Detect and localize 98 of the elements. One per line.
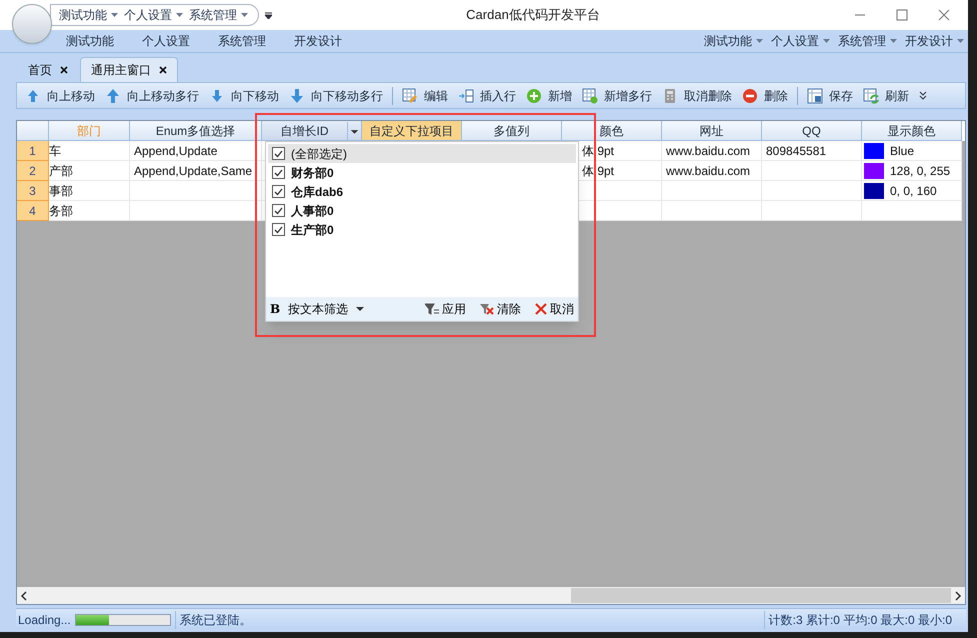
table-cell: Append,Update (130, 141, 262, 161)
toolbar-button[interactable]: 向上移动 (21, 84, 99, 106)
close-icon[interactable] (159, 66, 167, 74)
checkbox[interactable] (272, 223, 285, 236)
toolbar-button[interactable]: 删除 (738, 84, 792, 106)
filter-item[interactable]: 人事部0 (268, 201, 576, 220)
column-header[interactable]: 自定义下拉项目 (362, 121, 462, 141)
table-cell: Append,Update,Same (130, 161, 262, 181)
bold-icon: B (270, 300, 280, 318)
caret-icon (176, 13, 183, 17)
row-header: 2 (17, 161, 49, 181)
table-cell: 产部 (49, 161, 130, 181)
dropdown-caret-icon[interactable] (347, 122, 361, 140)
close-icon[interactable] (60, 66, 68, 74)
clear-filter-icon (480, 303, 494, 315)
ribbon-tab[interactable]: 测试功能 (66, 32, 114, 50)
toolbar-button[interactable]: 向下移动 (205, 84, 283, 106)
summary-text: 计数:3 累计:0 平均:0 最大:0 最小:0 (768, 612, 953, 628)
maximize-icon[interactable] (896, 9, 908, 21)
popup-button[interactable]: 取消 (535, 300, 574, 318)
ribbon-tab[interactable]: 个人设置 (142, 32, 190, 50)
filter-item[interactable]: 生产部0 (268, 220, 576, 239)
ribbon-menu[interactable]: 开发设计 (905, 32, 964, 50)
popup-button[interactable]: 应用 (425, 300, 466, 318)
toolbar-button[interactable]: 编辑 (398, 84, 452, 106)
column-header[interactable]: QQ (762, 121, 862, 141)
row-header: 4 (17, 201, 49, 221)
calculator-icon (662, 88, 678, 104)
ribbon-menu[interactable]: 测试功能 (704, 32, 763, 50)
grid-plus-icon (582, 88, 598, 104)
status-message: 系统已登陆。 (180, 612, 252, 628)
caret-icon (241, 13, 248, 17)
quick-access-menu[interactable]: 系统管理 (189, 6, 248, 24)
minus-circle-icon (742, 88, 758, 104)
toolbar-button[interactable]: 保存 (803, 84, 857, 106)
table-cell: 809845581 (762, 141, 862, 161)
customize-icon[interactable] (265, 12, 272, 18)
column-header[interactable]: 多值列 (462, 121, 562, 141)
table-cell-text: 128, 0, 255 (890, 162, 950, 180)
column-header[interactable]: 颜色 (562, 121, 662, 141)
caret-icon (890, 39, 897, 43)
checkbox[interactable] (272, 147, 285, 160)
insert-row-icon (458, 88, 474, 104)
toolbar-button[interactable]: 新增多行 (578, 84, 656, 106)
toolbar-button[interactable]: 向下移动多行 (285, 84, 387, 106)
document-tab[interactable]: 首页 (18, 57, 78, 82)
table-cell: www.baidu.com (662, 161, 762, 181)
table-cell: 事部 (49, 181, 130, 201)
arrow-down-icon (209, 88, 225, 104)
column-header[interactable]: Enum多值选择 (130, 121, 262, 141)
ribbon-menu[interactable]: 系统管理 (838, 32, 897, 50)
table-cell-text: 0, 0, 160 (890, 182, 937, 200)
popup-button[interactable]: 清除 (480, 300, 521, 318)
arrow-up-icon (25, 88, 41, 104)
toolbar-button[interactable]: 向上移动多行 (101, 84, 203, 106)
caret-icon (356, 307, 364, 311)
ribbon-menu[interactable]: 个人设置 (771, 32, 830, 50)
toolbar-button[interactable]: 刷新 (859, 84, 913, 106)
column-header[interactable]: 显示颜色 (862, 121, 962, 141)
caret-icon (111, 13, 118, 17)
table-cell: 务部 (49, 201, 130, 221)
quick-access-menu[interactable]: 个人设置 (124, 6, 183, 24)
grid-pencil-icon (402, 88, 418, 104)
window-title: Cardan低代码开发平台 (466, 6, 600, 24)
quick-access-menu[interactable]: 测试功能 (59, 6, 118, 24)
toolbar-button[interactable]: 插入行 (454, 84, 520, 106)
arrow-down-icon (289, 88, 305, 104)
filter-mode-dropdown[interactable]: 按文本筛选 (288, 300, 364, 318)
ribbon-tab[interactable]: 开发设计 (294, 32, 342, 50)
arrow-up-icon (105, 88, 121, 104)
overflow-icon[interactable] (919, 90, 927, 102)
refresh-grid-icon (863, 88, 879, 104)
table-cell: 车 (49, 141, 130, 161)
table-cell-text: Blue (890, 142, 914, 160)
caret-icon (756, 39, 763, 43)
caret-icon (957, 39, 964, 43)
filter-item[interactable]: (全部选定) (268, 144, 576, 163)
filter-item[interactable]: 仓库dab6 (268, 182, 576, 201)
plus-circle-icon (526, 88, 542, 104)
save-grid-icon (807, 88, 823, 104)
close-icon (535, 303, 547, 315)
column-header[interactable]: 自增长ID (262, 121, 362, 141)
row-header: 3 (17, 181, 49, 201)
checkbox[interactable] (272, 185, 285, 198)
caret-icon (823, 39, 830, 43)
row-header: 1 (17, 141, 49, 161)
filter-icon (425, 303, 439, 315)
toolbar-button[interactable]: 新增 (522, 84, 576, 106)
column-header[interactable]: 网址 (662, 121, 762, 141)
checkbox[interactable] (272, 204, 285, 217)
checkbox[interactable] (272, 166, 285, 179)
corner-cell (17, 121, 49, 141)
scrollbar-thumb[interactable] (571, 588, 951, 603)
toolbar-button[interactable]: 取消删除 (658, 84, 736, 106)
document-tab[interactable]: 通用主窗口 (80, 57, 178, 82)
loading-label: Loading... (17, 612, 72, 628)
table-cell: www.baidu.com (662, 141, 762, 161)
ribbon-tab[interactable]: 系统管理 (218, 32, 266, 50)
